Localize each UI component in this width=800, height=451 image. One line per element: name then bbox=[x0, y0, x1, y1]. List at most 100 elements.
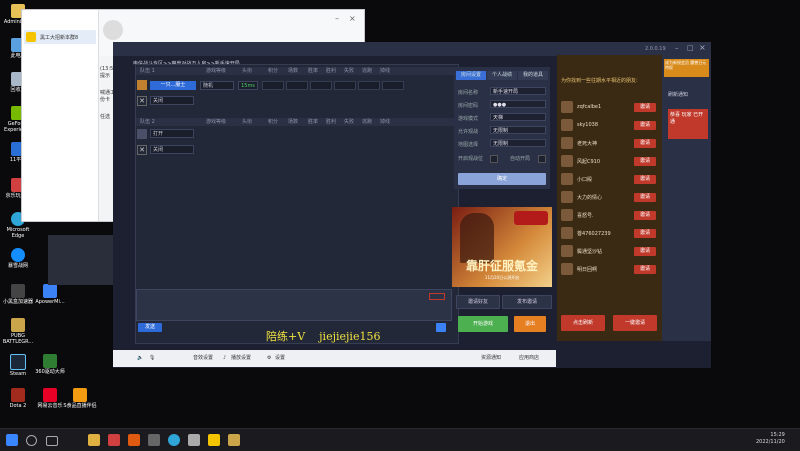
taskbar-app-icon[interactable] bbox=[88, 434, 100, 446]
desktop-icon-xiaoheihe[interactable]: 小黑盒加速器 bbox=[0, 284, 36, 305]
chat-icon[interactable] bbox=[436, 323, 446, 332]
friend-item[interactable]: 菩476027239 邀请 bbox=[561, 225, 658, 243]
music-icon: ♪ bbox=[223, 355, 227, 361]
tab-personal-record[interactable]: 个人战绩 bbox=[487, 71, 517, 80]
ad-logo bbox=[514, 211, 548, 225]
invite-button[interactable]: 邀请 bbox=[634, 211, 656, 220]
taskview-icon[interactable] bbox=[46, 436, 58, 446]
spectate-select[interactable]: 无限制 bbox=[490, 126, 546, 134]
app-store-link[interactable]: 应用商店 bbox=[519, 350, 539, 367]
slot-state-select[interactable]: 关闭 bbox=[150, 96, 194, 105]
player-row[interactable]: 一只...服士 随机 15ms bbox=[136, 78, 458, 92]
friend-avatar bbox=[561, 119, 573, 131]
invite-button[interactable]: 邀请 bbox=[634, 265, 656, 274]
setting-label: 游戏模式 bbox=[458, 116, 479, 122]
desktop-icon-live-companion[interactable]: S食品直播伴侣 bbox=[62, 388, 98, 409]
settings-link[interactable]: 设置 bbox=[275, 350, 285, 367]
game-ad-banner[interactable]: 靠肝征服氪金 11月20日公测开启 bbox=[452, 207, 552, 287]
friend-item[interactable]: 小口殿 邀请 bbox=[561, 171, 658, 189]
pubg-icon bbox=[11, 318, 25, 332]
invite-button[interactable]: 邀请 bbox=[634, 157, 656, 166]
slot-row[interactable]: ✕ 关闭 bbox=[136, 144, 458, 156]
close-icon[interactable]: × bbox=[349, 14, 356, 23]
sound-settings-link[interactable]: 音效设置 bbox=[193, 350, 213, 367]
chat-send-button[interactable]: 发送 bbox=[138, 323, 162, 332]
resource-notice-link[interactable]: 资源通知 bbox=[481, 350, 501, 367]
invite-button[interactable]: 邀请 bbox=[634, 103, 656, 112]
friend-avatar bbox=[561, 227, 573, 239]
taskbar-app-icon[interactable] bbox=[188, 434, 200, 446]
room-name-input[interactable]: 新手速开局 bbox=[490, 87, 546, 95]
desktop-icon-apowermirror[interactable]: ApowerMi... bbox=[32, 284, 68, 305]
invite-friends-button[interactable]: 邀请好友 bbox=[456, 295, 500, 309]
refresh-friends-button[interactable]: 点击刷新 bbox=[561, 315, 605, 331]
race-select[interactable]: 随机 bbox=[200, 81, 234, 90]
friend-item[interactable]: sky1038 邀请 bbox=[561, 117, 658, 135]
friend-item[interactable]: 老死大神 邀请 bbox=[561, 135, 658, 153]
search-icon[interactable] bbox=[26, 435, 37, 446]
team2-header: 队伍 2 游戏等级 头衔 积分 场数 胜率 胜利 失败 逃跑 掉线 bbox=[136, 118, 458, 126]
vip-promo[interactable]: 成为新锐会员 魔兽日元特权 bbox=[664, 59, 709, 77]
tab-my-items[interactable]: 我的道具 bbox=[518, 71, 548, 80]
taskbar-app-icon[interactable] bbox=[128, 434, 140, 446]
invite-all-button[interactable]: 一键邀请 bbox=[613, 315, 657, 331]
auto-start-checkbox[interactable] bbox=[538, 155, 546, 163]
friend-item[interactable]: zqfcalbe1 邀请 bbox=[561, 99, 658, 117]
taskbar-app-icon[interactable] bbox=[228, 434, 240, 446]
quit-button[interactable]: 退出 bbox=[514, 316, 546, 332]
confirm-button[interactable]: 确定 bbox=[458, 173, 546, 185]
steam-icon bbox=[10, 354, 26, 370]
refresh-notice-link[interactable]: 刷新通知 bbox=[668, 91, 688, 98]
player-avatar bbox=[137, 80, 147, 90]
map-select[interactable]: 无限制 bbox=[490, 139, 546, 147]
taskbar-app-icon[interactable] bbox=[208, 434, 220, 446]
desktop-icon-steam[interactable]: Steam bbox=[0, 354, 36, 377]
tab-room-settings[interactable]: 房间设置 bbox=[456, 71, 486, 80]
desktop-icon-battlenet[interactable]: 暴雪战网 bbox=[0, 248, 36, 269]
slot-row[interactable]: ✕ 关闭 bbox=[136, 95, 458, 107]
friend-item[interactable]: 喜怒号. 邀请 bbox=[561, 207, 658, 225]
playback-settings-link[interactable]: 播放设置 bbox=[231, 350, 251, 367]
invite-button[interactable]: 邀请 bbox=[634, 139, 656, 148]
gear-icon: ⚙ bbox=[267, 355, 272, 361]
invite-button[interactable]: 邀请 bbox=[634, 229, 656, 238]
slot-state-select[interactable]: 打开 bbox=[150, 129, 194, 138]
invite-button[interactable]: 邀请 bbox=[634, 175, 656, 184]
close-slot-icon[interactable]: ✕ bbox=[137, 145, 147, 155]
start-icon[interactable] bbox=[6, 434, 18, 446]
slot-row[interactable]: 打开 bbox=[136, 128, 458, 140]
friend-item[interactable]: 风起C910 邀请 bbox=[561, 153, 658, 171]
desktop-icon-dota2[interactable]: Dota 2 bbox=[0, 388, 36, 409]
slot-state-select[interactable]: 关闭 bbox=[150, 145, 194, 154]
taskbar-app-icon[interactable] bbox=[108, 434, 120, 446]
publish-invite-button[interactable]: 发布邀请 bbox=[502, 295, 552, 309]
edge-icon[interactable] bbox=[168, 434, 180, 446]
desktop-icon-pubg[interactable]: PUBG BATTLEGR... bbox=[0, 318, 36, 345]
invite-button[interactable]: 邀请 bbox=[634, 193, 656, 202]
contact-avatar bbox=[26, 32, 36, 42]
dota2-icon bbox=[11, 388, 25, 402]
contact-item[interactable]: 黑工大招新本群8 bbox=[24, 30, 96, 44]
friend-item[interactable]: 鬓通坚沙钻 邀请 bbox=[561, 243, 658, 261]
minimize-icon[interactable]: – bbox=[675, 44, 679, 52]
volume-icon[interactable]: 🔈 bbox=[137, 350, 143, 367]
room-chat-box[interactable] bbox=[136, 289, 452, 321]
ping-label: 15ms bbox=[238, 81, 258, 90]
friend-item[interactable]: 明日回啊 邀请 bbox=[561, 261, 658, 279]
desktop-icon-360-driver[interactable]: 360驱动大师 bbox=[32, 354, 68, 375]
start-game-button[interactable]: 开始游戏 bbox=[458, 316, 508, 332]
mic-icon[interactable]: 🎙 bbox=[149, 350, 155, 367]
room-password-input[interactable]: ●●● bbox=[490, 100, 546, 108]
minimize-icon[interactable]: – bbox=[335, 14, 339, 23]
spectate-slot-checkbox[interactable] bbox=[490, 155, 498, 163]
setting-label: 房间密码 bbox=[458, 103, 479, 109]
taskbar-app-icon[interactable] bbox=[148, 434, 160, 446]
friend-item[interactable]: 大力的情心 邀请 bbox=[561, 189, 658, 207]
close-icon[interactable]: × bbox=[699, 43, 706, 52]
invite-button[interactable]: 邀请 bbox=[634, 247, 656, 256]
clock[interactable]: 15:29 2022/11/20 bbox=[756, 432, 785, 446]
invite-button[interactable]: 邀请 bbox=[634, 121, 656, 130]
game-mode-select[interactable]: 天梯 bbox=[490, 113, 546, 121]
close-slot-icon[interactable]: ✕ bbox=[137, 96, 147, 106]
maximize-icon[interactable]: □ bbox=[687, 44, 694, 52]
